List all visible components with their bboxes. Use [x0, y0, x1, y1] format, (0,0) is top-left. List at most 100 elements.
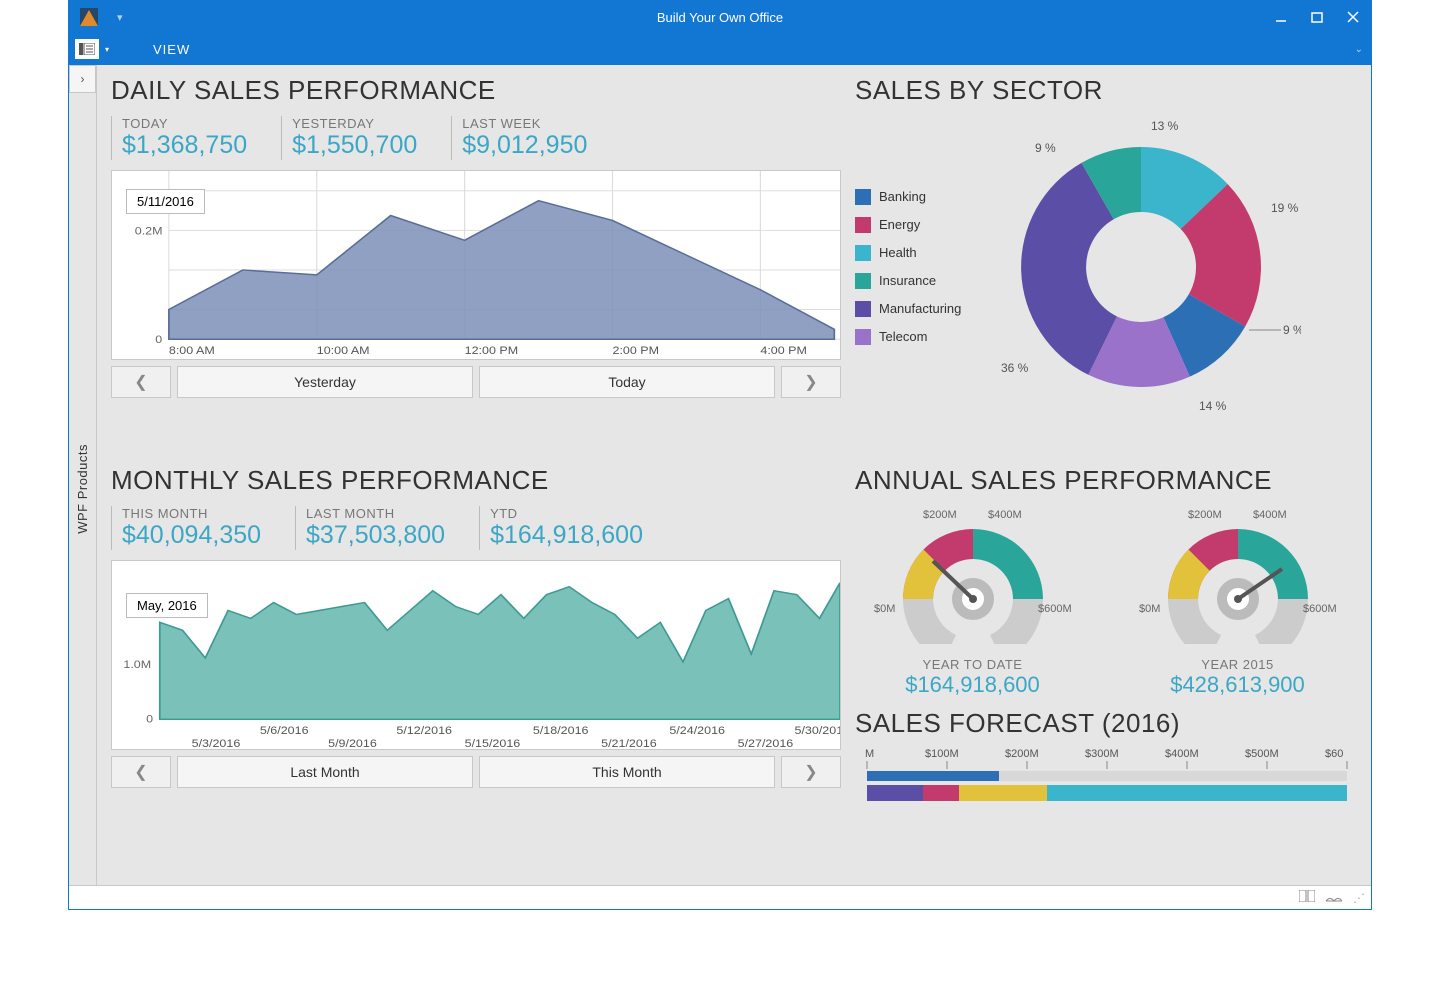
svg-text:9 %: 9 % [1035, 141, 1056, 155]
svg-text:36 %: 36 % [1001, 361, 1029, 375]
ribbon: ▾ VIEW ⌄ [69, 33, 1371, 65]
svg-text:$0M: $0M [874, 603, 895, 615]
svg-text:5/30/2016: 5/30/2016 [795, 725, 841, 737]
svg-text:$600M: $600M [1038, 603, 1072, 615]
legend-insurance: Insurance [879, 267, 936, 295]
legend-telecom: Telecom [879, 323, 927, 351]
svg-text:$500M: $500M [1245, 748, 1279, 760]
svg-text:5/9/2016: 5/9/2016 [328, 738, 377, 749]
annual-title: ANNUAL SALES PERFORMANCE [855, 465, 1355, 496]
kpi-ytd-value: $164,918,600 [490, 521, 643, 550]
panes-icon[interactable] [75, 39, 99, 59]
svg-text:12:00 PM: 12:00 PM [465, 345, 519, 357]
ribbon-expand-icon[interactable]: ⌄ [1355, 44, 1363, 55]
svg-text:0: 0 [155, 334, 162, 346]
close-button[interactable] [1335, 1, 1371, 33]
svg-text:$400M: $400M [988, 509, 1022, 521]
svg-text:1.0M: 1.0M [123, 659, 151, 671]
daily-title: DAILY SALES PERFORMANCE [111, 75, 841, 106]
svg-text:9 %: 9 % [1283, 323, 1301, 337]
sector-donut-chart[interactable]: 13 % 19 % 9 % 14 % 36 % 9 % [981, 112, 1301, 422]
monthly-next-arrow[interactable]: ❯ [781, 756, 841, 788]
kpi-thismonth-value: $40,094,350 [122, 521, 261, 550]
svg-text:5/15/2016: 5/15/2016 [465, 738, 521, 749]
svg-text:$400M: $400M [1165, 748, 1199, 760]
sector-legend: Banking Energy Health Insurance Manufact… [855, 183, 961, 351]
daily-chart[interactable]: 0.2M 0 8:00 AM 10:00 AM 12:00 PM 2:00 PM… [111, 170, 841, 360]
svg-text:5/24/2016: 5/24/2016 [669, 725, 725, 737]
svg-text:4:00 PM: 4:00 PM [760, 345, 807, 357]
svg-text:$300M: $300M [1085, 748, 1119, 760]
svg-text:$100M: $100M [925, 748, 959, 760]
svg-text:0: 0 [146, 713, 153, 725]
kpi-thismonth-label: THIS MONTH [122, 506, 261, 521]
svg-text:5/27/2016: 5/27/2016 [738, 738, 794, 749]
svg-text:$60: $60 [1325, 748, 1343, 760]
monthly-prev-arrow[interactable]: ❮ [111, 756, 171, 788]
svg-text:$200M: $200M [1188, 509, 1222, 521]
svg-text:$200M: $200M [923, 509, 957, 521]
svg-text:19 %: 19 % [1271, 201, 1299, 215]
qat-dropdown-icon[interactable]: ▾ [117, 11, 137, 24]
titlebar: ▾ Build Your Own Office [69, 1, 1371, 33]
kpi-yesterday-label: YESTERDAY [292, 116, 417, 131]
window-title: Build Your Own Office [69, 10, 1371, 25]
sidebar: › WPF Products [69, 65, 97, 885]
tab-view[interactable]: VIEW [139, 33, 204, 65]
monthly-title: MONTHLY SALES PERFORMANCE [111, 465, 841, 496]
gauge-ytd[interactable]: $200M $400M $0M $600M [868, 504, 1078, 644]
panes-dropdown-icon[interactable]: ▾ [105, 45, 109, 54]
kpi-today-label: TODAY [122, 116, 247, 131]
daily-prev-arrow[interactable]: ❮ [111, 366, 171, 398]
statusbar: ⋰ [69, 885, 1371, 909]
kpi-today-value: $1,368,750 [122, 131, 247, 160]
svg-text:$400M: $400M [1253, 509, 1287, 521]
panel-daily-sales: DAILY SALES PERFORMANCE TODAY$1,368,750 … [111, 75, 841, 455]
svg-text:8:00 AM: 8:00 AM [169, 345, 215, 357]
gauge-2015[interactable]: $200M $400M $0M $600M [1133, 504, 1343, 644]
view-reading-icon[interactable] [1325, 890, 1343, 905]
svg-text:$600M: $600M [1303, 603, 1337, 615]
view-normal-icon[interactable] [1299, 890, 1315, 905]
legend-banking: Banking [879, 183, 926, 211]
maximize-button[interactable] [1299, 1, 1335, 33]
svg-text:5/6/2016: 5/6/2016 [260, 725, 309, 737]
panel-sales-forecast: SALES FORECAST (2016) M $100M $200M $300… [855, 708, 1355, 810]
legend-energy: Energy [879, 211, 920, 239]
daily-today-button[interactable]: Today [479, 366, 775, 398]
svg-text:13 %: 13 % [1151, 119, 1179, 133]
sector-title: SALES BY SECTOR [855, 75, 1355, 106]
legend-manufacturing: Manufacturing [879, 295, 961, 323]
monthly-lastmonth-button[interactable]: Last Month [177, 756, 473, 788]
svg-text:$0M: $0M [1139, 603, 1160, 615]
panel-monthly-sales: MONTHLY SALES PERFORMANCE THIS MONTH$40,… [111, 465, 841, 875]
gauge-2015-label: YEAR 2015 [1133, 657, 1343, 672]
svg-text:5/12/2016: 5/12/2016 [396, 725, 452, 737]
monthly-chart[interactable]: 1.0M 0 5/3/2016 5/6/2016 5/9/2016 5/12/201… [111, 560, 841, 750]
daily-chart-tooltip: 5/11/2016 [126, 189, 205, 214]
gauge-ytd-value: $164,918,600 [868, 672, 1078, 698]
svg-text:5/3/2016: 5/3/2016 [192, 738, 241, 749]
kpi-lastweek-value: $9,012,950 [462, 131, 587, 160]
sidebar-expand-button[interactable]: › [69, 65, 96, 93]
daily-yesterday-button[interactable]: Yesterday [177, 366, 473, 398]
kpi-lastmonth-label: LAST MONTH [306, 506, 445, 521]
monthly-thismonth-button[interactable]: This Month [479, 756, 775, 788]
svg-text:14 %: 14 % [1199, 399, 1227, 413]
svg-text:2:00 PM: 2:00 PM [613, 345, 660, 357]
forecast-chart[interactable]: M $100M $200M $300M $400M $500M $60 [855, 745, 1355, 805]
panel-sales-by-sector: SALES BY SECTOR Banking Energy Health In… [855, 75, 1355, 455]
app-icon [75, 3, 103, 31]
daily-next-arrow[interactable]: ❯ [781, 366, 841, 398]
svg-text:M: M [865, 748, 874, 760]
gauge-2015-value: $428,613,900 [1133, 672, 1343, 698]
sidebar-tab-label[interactable]: WPF Products [75, 444, 90, 534]
resize-grip-icon[interactable]: ⋰ [1353, 891, 1365, 905]
legend-health: Health [879, 239, 917, 267]
kpi-ytd-label: YTD [490, 506, 643, 521]
svg-text:0.2M: 0.2M [135, 225, 163, 237]
kpi-yesterday-value: $1,550,700 [292, 131, 417, 160]
panel-annual-sales: ANNUAL SALES PERFORMANCE [855, 465, 1355, 698]
minimize-button[interactable] [1263, 1, 1299, 33]
gauge-ytd-label: YEAR TO DATE [868, 657, 1078, 672]
